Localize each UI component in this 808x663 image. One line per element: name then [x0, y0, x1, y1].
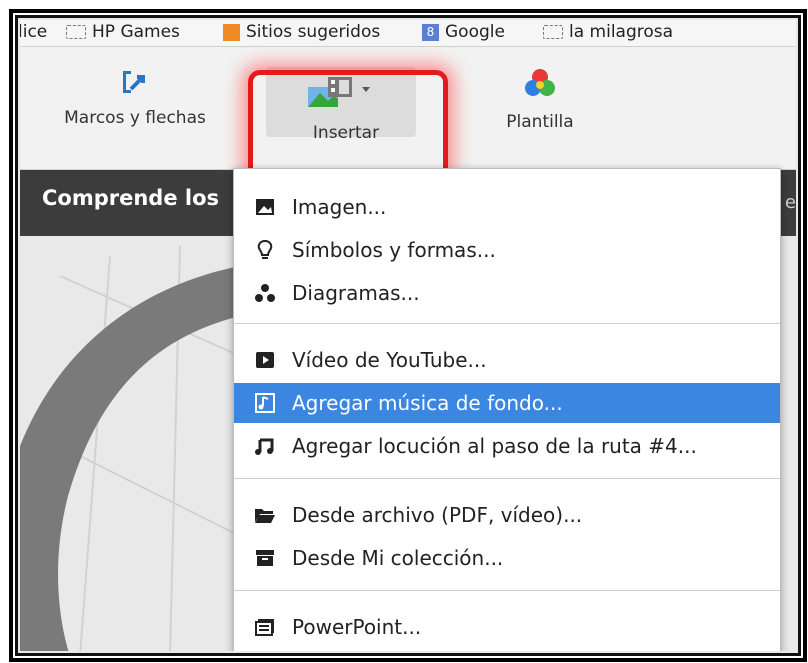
music-note-icon [250, 393, 280, 413]
menu-separator [234, 478, 780, 479]
archive-box-icon [250, 549, 280, 567]
bookmark-label: Sitios sugeridos [246, 22, 381, 42]
menu-item-agregar-locucion[interactable]: Agregar locución al paso de la ruta #4..… [234, 426, 780, 466]
bookmark-label: la milagrosa [569, 22, 674, 42]
menu-item-simbolos-y-formas[interactable]: Símbolos y formas... [234, 230, 780, 270]
bookmark-la-milagrosa[interactable]: la milagrosa [543, 22, 673, 42]
image-icon [250, 198, 280, 216]
music-notes-icon [250, 436, 280, 456]
powerpoint-icon [250, 618, 280, 636]
marcos-label: Marcos y flechas [64, 108, 206, 128]
menu-separator [234, 590, 780, 591]
title-bar-right-text: e [784, 192, 796, 213]
play-icon [250, 351, 280, 369]
menu-item-label: Imagen... [292, 195, 387, 219]
menu-item-label: Agregar música de fondo... [292, 391, 563, 415]
menu-item-diagramas[interactable]: Diagramas... [234, 273, 780, 313]
screenshot-frame: lice HP Games Sitios sugeridos 8 Google … [9, 9, 807, 662]
folder-icon [66, 25, 86, 39]
menu-item-powerpoint[interactable]: PowerPoint... [234, 607, 780, 647]
orange-square-icon [223, 23, 240, 41]
menu-item-desde-archivo[interactable]: Desde archivo (PDF, vídeo)... [234, 495, 780, 535]
frames-arrows-icon [123, 71, 145, 93]
app-window: lice HP Games Sitios sugeridos 8 Google … [20, 20, 796, 651]
menu-item-label: Símbolos y formas... [292, 238, 496, 262]
menu-item-label: Desde Mi colección... [292, 546, 504, 570]
bookmark-sitios-sugeridos[interactable]: Sitios sugeridos [223, 22, 380, 42]
bookmark-label: lice [20, 22, 48, 42]
diagram-icon [250, 284, 280, 302]
folder-icon [543, 25, 563, 39]
menu-item-label: Vídeo de YouTube... [292, 348, 487, 372]
palette-icon [525, 69, 555, 96]
bookmarks-bar: lice HP Games Sitios sugeridos 8 Google … [20, 20, 796, 47]
bulb-icon [250, 239, 280, 261]
bookmark-hp-games[interactable]: HP Games [66, 22, 180, 42]
insertar-dropdown-menu: Imagen... Símbolos y formas... Diagramas… [233, 168, 781, 651]
menu-separator [234, 323, 780, 324]
bookmark-item[interactable]: lice [20, 22, 47, 42]
bookmark-google[interactable]: 8 Google [422, 22, 505, 42]
menu-item-desde-mi-coleccion[interactable]: Desde Mi colección... [234, 538, 780, 578]
insertar-highlight-annotation [248, 70, 448, 180]
menu-item-label: PowerPoint... [292, 615, 422, 639]
presentation-title: Comprende los [42, 186, 220, 210]
menu-item-label: Agregar locución al paso de la ruta #4..… [292, 434, 697, 458]
toolbar: Marcos y flechas Insertar Plantilla [20, 47, 796, 180]
folder-open-icon [250, 506, 280, 524]
marcos-y-flechas-button[interactable]: Marcos y flechas [55, 67, 215, 128]
plantilla-button[interactable]: Plantilla [475, 67, 605, 132]
menu-item-label: Desde archivo (PDF, vídeo)... [292, 503, 583, 527]
menu-item-video-youtube[interactable]: Vídeo de YouTube... [234, 340, 780, 380]
plantilla-label: Plantilla [506, 112, 574, 132]
bookmark-label: HP Games [92, 22, 180, 42]
bookmark-label: Google [445, 22, 505, 42]
menu-item-agregar-musica[interactable]: Agregar música de fondo... [234, 383, 780, 423]
google-icon: 8 [422, 23, 439, 41]
menu-item-imagen[interactable]: Imagen... [234, 187, 780, 227]
menu-item-label: Diagramas... [292, 281, 420, 305]
